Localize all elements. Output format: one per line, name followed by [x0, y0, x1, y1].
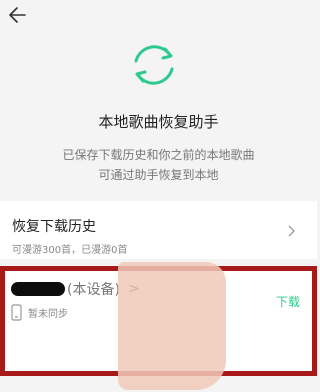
description-line-2: 可通过助手恢复到本地: [98, 168, 219, 182]
blurred-overlay: [118, 262, 226, 390]
page-title: 本地歌曲恢复助手: [98, 113, 219, 131]
history-title: 恢复下载历史: [12, 219, 96, 235]
redacted-device-name: [11, 282, 65, 296]
arrow-left-icon: [9, 7, 26, 23]
download-button[interactable]: 下载: [276, 293, 300, 310]
sync-status: 暂未同步: [28, 309, 68, 320]
device-name-suffix: (本设备): [67, 282, 120, 298]
history-subtitle: 可漫游300首，已漫游0首: [12, 245, 128, 256]
restore-history-row[interactable]: 恢复下载历史 可漫游300首，已漫游0首: [0, 201, 317, 259]
back-button[interactable]: [6, 4, 28, 26]
chevron-right-icon: [288, 225, 295, 237]
description-line-1: 已保存下载历史和你之前的本地歌曲: [62, 148, 255, 162]
phone-icon: [11, 304, 22, 321]
description: 已保存下载历史和你之前的本地歌曲 可通过助手恢复到本地: [0, 145, 317, 185]
sync-icon: [134, 45, 174, 85]
